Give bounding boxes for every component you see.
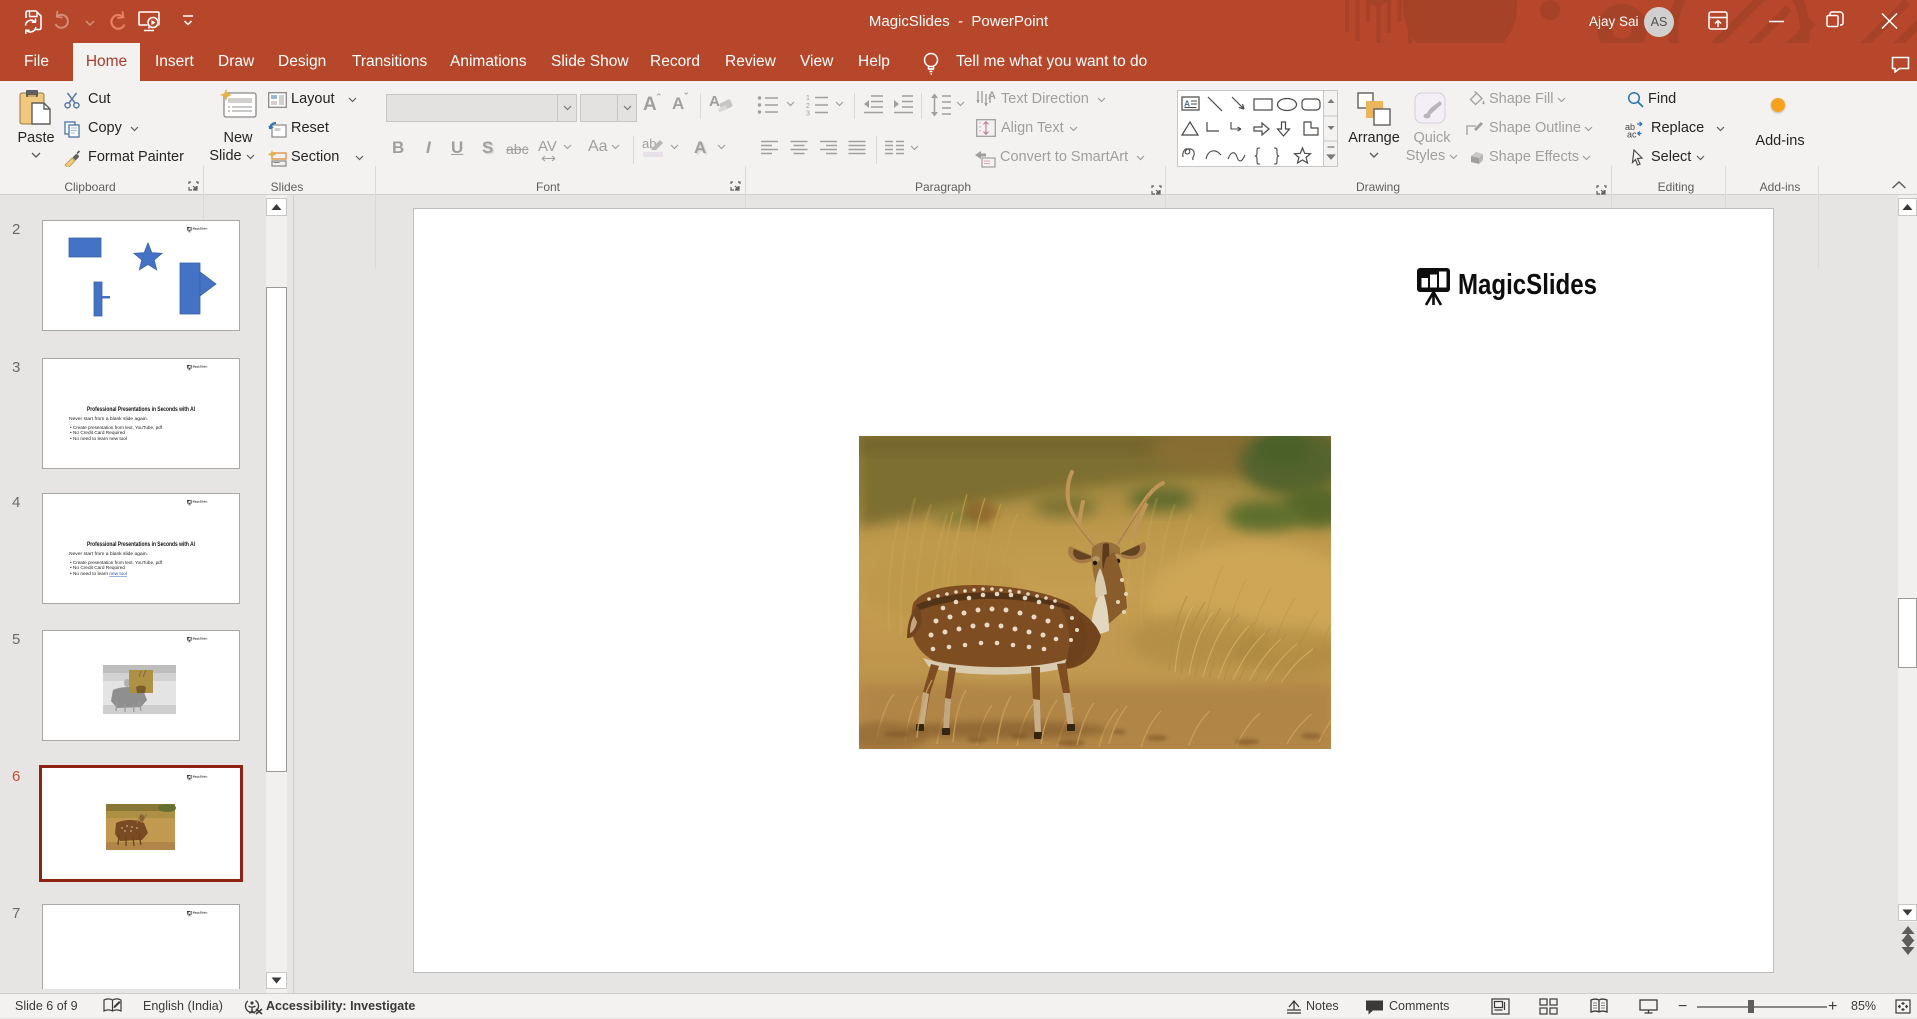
svg-text:ac: ac (1627, 130, 1637, 139)
svg-text:2: 2 (806, 103, 810, 110)
svg-text:MagicSlides: MagicSlides (193, 911, 208, 915)
svg-text:A: A (988, 90, 996, 102)
svg-text:Professional Presentations in: Professional Presentations in Seconds wi… (87, 406, 195, 413)
svg-text:Professional Presentations in: Professional Presentations in Seconds wi… (87, 541, 195, 548)
svg-text:MagicSlides: MagicSlides (193, 365, 208, 369)
svg-text:• No need to learn new tool: • No need to learn new tool (70, 571, 127, 576)
svg-text:1: 1 (806, 95, 810, 102)
svg-text:• No Credit Card Required: • No Credit Card Required (70, 430, 126, 435)
svg-text:Never start from a blank slide: Never start from a blank slide again. (69, 416, 148, 422)
svg-text:MagicSlides: MagicSlides (1458, 269, 1597, 301)
svg-text:MagicSlides: MagicSlides (193, 500, 208, 504)
svg-text:MagicSlides: MagicSlides (193, 637, 208, 641)
svg-text:MagicSlides: MagicSlides (193, 227, 208, 231)
svg-text:• No Credit Card Required: • No Credit Card Required (70, 565, 126, 570)
svg-text:MagicSlides: MagicSlides (193, 775, 208, 779)
svg-text:Never start from a blank slide: Never start from a blank slide again. (69, 551, 148, 557)
svg-text:• No need to learn new tool: • No need to learn new tool (70, 436, 127, 441)
svg-text:3: 3 (806, 111, 810, 117)
